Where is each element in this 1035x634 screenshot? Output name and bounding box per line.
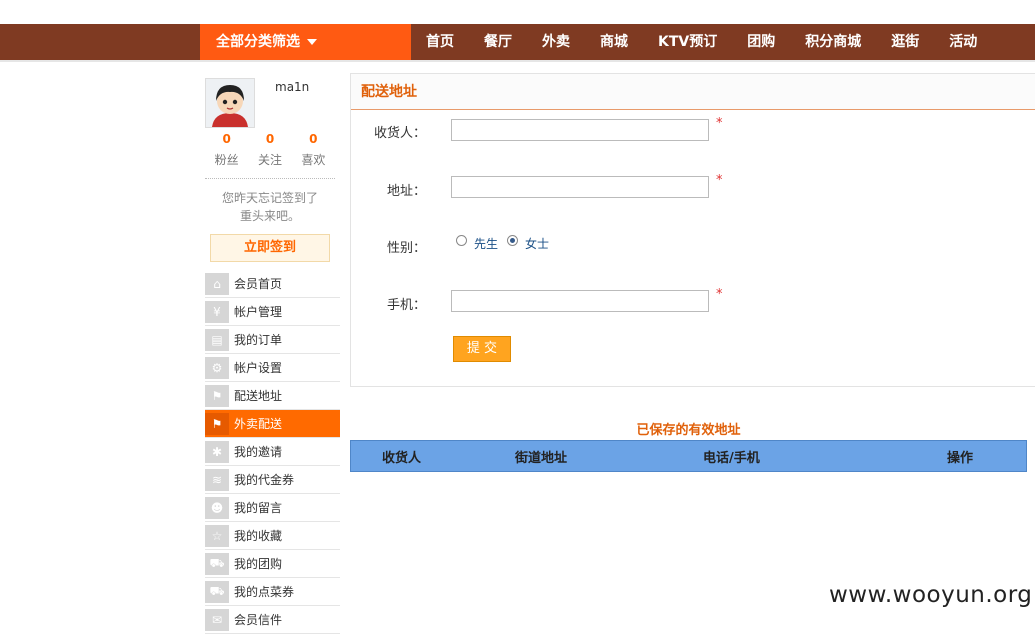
sidebar-item[interactable]: ≋ 我的代金券 xyxy=(205,466,340,494)
yen-icon: ¥ xyxy=(205,300,229,323)
sidebar-item[interactable]: ☻ 我的留言 xyxy=(205,494,340,522)
nav-groupbuy[interactable]: 团购 xyxy=(732,24,790,60)
receiver-label: 收货人： xyxy=(373,126,426,141)
top-nav-divider xyxy=(0,60,1035,62)
avatar-cartoon-icon xyxy=(206,79,254,127)
sidebar-item-label: 我的团购 xyxy=(234,557,283,571)
nav-shopping[interactable]: 逛街 xyxy=(876,24,934,60)
main-nav: 首页 餐厅 外卖 商城 KTV预订 团购 积分商城 逛街 活动 xyxy=(411,24,992,60)
sidebar-item[interactable]: ✱ 我的邀请 xyxy=(205,438,340,466)
stat-following-label: 关注 xyxy=(257,153,282,167)
stat-fans-label: 粉丝 xyxy=(214,153,239,167)
nav-restaurant[interactable]: 餐厅 xyxy=(469,24,527,60)
sidebar-item[interactable]: ☆ 我的收藏 xyxy=(205,522,340,550)
col-phone: 电话/手机 xyxy=(703,450,760,466)
gender-label: 性别： xyxy=(386,241,426,256)
flag-icon: ⚑ xyxy=(205,384,229,407)
sidebar-item[interactable]: ⛟ 我的团购 xyxy=(205,550,340,578)
submit-button[interactable]: 提 交 xyxy=(453,336,511,362)
home-icon: ⌂ xyxy=(205,272,229,295)
phone-input[interactable] xyxy=(451,290,709,312)
nav-mall[interactable]: 商城 xyxy=(585,24,643,60)
saved-addresses-table-header: 收货人 街道地址 电话/手机 操作 xyxy=(350,440,1027,472)
gear-icon: ⚙ xyxy=(205,356,229,379)
signin-reminder-line1: 您昨天忘记签到了 xyxy=(221,191,318,205)
panel-title: 配送地址 xyxy=(351,74,1035,110)
sidebar-menu: ⌂ 会员首页 ¥ 帐户管理 ▤ 我的订单 ⚙ 帐户设置 ⚑ 配送地址 ⚑ 外卖配送 ✱ 我的邀请 ≋ 我的代金… xyxy=(205,270,340,634)
sidebar-item-label: 我的邀请 xyxy=(234,445,283,459)
category-filter-button[interactable]: 全部分类筛选 xyxy=(200,24,411,60)
category-filter-label: 全部分类筛选 xyxy=(216,34,300,50)
sidebar-item[interactable]: ⛟ 我的点菜券 xyxy=(205,578,340,606)
cart-icon: ⛟ xyxy=(205,552,229,575)
sidebar-item[interactable]: ⚙ 帐户设置 xyxy=(205,354,340,382)
nav-activities[interactable]: 活动 xyxy=(934,24,992,60)
cart-icon: ⛟ xyxy=(205,580,229,603)
receiver-input[interactable] xyxy=(451,119,709,141)
sidebar-item-label: 我的订单 xyxy=(234,333,283,347)
col-actions: 操作 xyxy=(947,450,974,466)
sidebar-item[interactable]: ¥ 帐户管理 xyxy=(205,298,340,326)
sidebar-item-label: 帐户设置 xyxy=(234,361,283,375)
caret-down-icon xyxy=(307,39,317,45)
flag-icon: ⚑ xyxy=(205,412,229,435)
sidebar-item[interactable]: ⚑ 配送地址 xyxy=(205,382,340,410)
signin-reminder-line2: 重头来吧。 xyxy=(239,209,300,223)
stat-fans[interactable]: 0 粉丝 xyxy=(215,132,239,168)
username: ma1n xyxy=(275,80,310,94)
stat-fans-count: 0 xyxy=(222,132,231,146)
stat-likes[interactable]: 0 喜欢 xyxy=(301,132,325,168)
nav-points-mall[interactable]: 积分商城 xyxy=(790,24,876,60)
watermark: www.wooyun.org xyxy=(829,582,1033,608)
sidebar-item-label: 配送地址 xyxy=(234,389,283,403)
sidebar-item-label: 我的收藏 xyxy=(234,529,283,543)
profile-divider xyxy=(205,178,335,179)
users-icon: ☻ xyxy=(205,496,229,519)
sparkle-icon: ✱ xyxy=(205,440,229,463)
gender-radio-male[interactable] xyxy=(456,235,467,246)
signin-reminder: 您昨天忘记签到了 重头来吧。 xyxy=(205,189,335,225)
stat-following[interactable]: 0 关注 xyxy=(258,132,282,168)
avatar[interactable] xyxy=(205,78,255,128)
address-label: 地址： xyxy=(386,184,426,199)
sidebar-item[interactable]: ✉ 会员信件 xyxy=(205,606,340,634)
gender-option-male[interactable]: 先生 xyxy=(474,235,498,252)
document-icon: ▤ xyxy=(205,328,229,351)
address-required-mark: * xyxy=(716,173,723,188)
sidebar-item-label: 我的留言 xyxy=(234,501,283,515)
receiver-required-mark: * xyxy=(716,116,723,131)
signin-button[interactable]: 立即签到 xyxy=(210,234,330,262)
address-input[interactable] xyxy=(451,176,709,198)
col-receiver: 收货人 xyxy=(382,450,422,466)
sidebar-item-label: 我的点菜券 xyxy=(234,585,295,599)
nav-home[interactable]: 首页 xyxy=(411,24,469,60)
sidebar-item-label: 帐户管理 xyxy=(234,305,283,319)
sidebar-item-label: 外卖配送 xyxy=(234,417,283,431)
phone-label: 手机： xyxy=(386,298,426,313)
stat-likes-count: 0 xyxy=(309,132,318,146)
saved-addresses-title: 已保存的有效地址 xyxy=(636,423,741,438)
sidebar-item-label: 会员信件 xyxy=(234,613,283,627)
mail-icon: ✉ xyxy=(205,608,229,631)
star-icon: ☆ xyxy=(205,524,229,547)
user-stats: 0 粉丝 0 关注 0 喜欢 xyxy=(205,132,335,168)
gender-radio-female[interactable] xyxy=(507,235,518,246)
nav-takeout[interactable]: 外卖 xyxy=(527,24,585,60)
sidebar-item[interactable]: ▤ 我的订单 xyxy=(205,326,340,354)
gender-option-female[interactable]: 女士 xyxy=(525,235,549,252)
sidebar-item-label: 我的代金券 xyxy=(234,473,295,487)
stat-likes-label: 喜欢 xyxy=(301,153,326,167)
nav-ktv[interactable]: KTV预订 xyxy=(643,24,732,60)
sidebar-item[interactable]: ⚑ 外卖配送 xyxy=(205,410,340,438)
stat-following-count: 0 xyxy=(265,132,275,146)
phone-required-mark: * xyxy=(716,287,723,302)
sidebar-item-label: 会员首页 xyxy=(234,277,283,291)
sidebar-item[interactable]: ⌂ 会员首页 xyxy=(205,270,340,298)
col-street-address: 街道地址 xyxy=(515,450,568,466)
layers-icon: ≋ xyxy=(205,468,229,491)
